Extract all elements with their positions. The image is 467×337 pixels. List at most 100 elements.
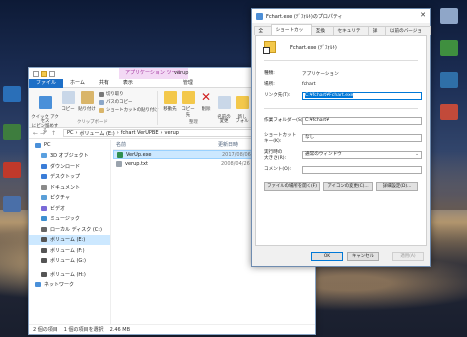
desktop-shortcut-icon[interactable] [437, 104, 461, 122]
desktop-shortcut-icon[interactable] [0, 196, 24, 214]
target-field[interactable]: C:¥fchart¥Fchart.exe [302, 92, 422, 100]
nav-item[interactable]: ボリューム (H:) [29, 269, 110, 280]
nav-item-label: ダウンロード [50, 163, 81, 170]
nav-item-icon [41, 205, 47, 211]
new-folder-button[interactable]: 新し フォル [235, 91, 249, 125]
nav-item[interactable]: ボリューム (F:) [29, 245, 110, 256]
nav-item[interactable]: PC [29, 140, 110, 151]
paste-shortcut-label: ショートカットの貼り付け [106, 108, 159, 113]
organize-group-label: 整理 [189, 120, 198, 125]
run-size-value: 通常のウィンドウ [305, 152, 342, 157]
tab-previous-versions[interactable]: 以前のバージョン [385, 26, 431, 43]
breadcrumb-separator: › [160, 130, 163, 136]
copy-path-button[interactable]: パスのコピー [99, 99, 132, 105]
nav-item-icon [41, 153, 47, 159]
column-name[interactable]: 名前 [113, 141, 218, 148]
tab-view[interactable]: 表示 [116, 79, 140, 88]
cut-label: 切り取り [106, 92, 124, 97]
move-to-button[interactable]: 移動先 [162, 91, 178, 112]
file-icon [116, 160, 122, 167]
tab-security[interactable]: セキュリティ [333, 26, 370, 43]
target-label: リンク先(T): [264, 93, 291, 98]
desktop-shortcut-icon[interactable] [0, 124, 24, 142]
nav-item[interactable]: ビデオ [29, 203, 110, 214]
nav-item[interactable]: ドキュメント [29, 182, 110, 193]
breadcrumb-fchart-verupbe[interactable]: fchart VerUPBE [121, 130, 159, 136]
cut-button[interactable]: 切り取り [99, 91, 124, 97]
rename-label: 名前の 変更 [217, 114, 231, 125]
tab-share[interactable]: 共有 [92, 79, 116, 88]
shortcut-key-field[interactable]: なし [302, 134, 422, 142]
delete-button[interactable]: ✕ 削除 [199, 91, 213, 113]
properties-quick-icon[interactable] [33, 70, 39, 77]
comment-label: コメント(O): [264, 167, 292, 172]
desktop-shortcut-icon[interactable] [437, 40, 461, 58]
tab-details[interactable]: 詳細 [368, 26, 387, 43]
nav-item[interactable]: ネットワーク [29, 280, 110, 291]
nav-item[interactable]: ダウンロード [29, 161, 110, 172]
divider [264, 108, 418, 109]
close-icon[interactable]: ✕ [420, 11, 426, 19]
nav-item-label: ドキュメント [50, 184, 81, 191]
window-title: verup [174, 70, 189, 76]
column-date-modified[interactable]: 更新日時 [218, 141, 238, 148]
status-size: 2.46 MB [109, 326, 131, 333]
desktop-shortcut-icon[interactable] [0, 86, 24, 104]
apply-button[interactable]: 適用(A) [392, 252, 424, 261]
nav-item[interactable]: ミュージック [29, 214, 110, 225]
status-item-count: 2 個の項目 [33, 327, 58, 333]
ribbon-divider [157, 91, 158, 125]
tab-manage[interactable]: 管理 [176, 79, 200, 88]
comment-field[interactable] [302, 166, 422, 174]
desktop-shortcut-icon[interactable] [0, 162, 24, 180]
nav-item-label: PC [44, 142, 51, 149]
tab-home[interactable]: ホーム [63, 79, 92, 88]
copy-label: コピー [61, 107, 75, 112]
paste-icon [80, 91, 94, 104]
tab-compatibility[interactable]: 互換性 [311, 26, 335, 43]
properties-dialog: Fchart.exe (ﾃﾞﾌｫﾙﾄ)のプロパティ ✕ 全般 ショートカット 互… [251, 8, 431, 267]
target-value: C:¥fchart¥Fchart.exe [305, 93, 354, 98]
change-icon-button[interactable]: アイコンの変更(C)... [323, 182, 373, 191]
pin-quick-access-label: クイック アクセス にピン留めする [31, 114, 59, 134]
nav-item[interactable]: ボリューム (G:) [29, 256, 110, 267]
desktop-shortcut-icon[interactable] [437, 8, 461, 26]
quick-access-dropdown-icon[interactable] [49, 70, 55, 77]
tab-file[interactable]: ファイル [29, 78, 64, 88]
ok-button[interactable]: OK [311, 252, 343, 261]
nav-item[interactable]: ピクチャ [29, 193, 110, 204]
cancel-button[interactable]: キャンセル [347, 252, 379, 261]
breadcrumb-volume-e[interactable]: ボリューム (E:) [80, 130, 115, 137]
nav-item[interactable]: ボリューム (E:) [29, 234, 110, 245]
nav-item[interactable]: 3D オブジェクト [29, 151, 110, 162]
tab-general[interactable]: 全般 [254, 26, 273, 43]
working-folder-field[interactable]: C:¥fchart¥ [302, 117, 422, 125]
run-size-label: 実行時の 大きさ(R): [264, 150, 287, 161]
copy-to-label: コピー先 [181, 107, 195, 118]
nav-item[interactable]: デスクトップ [29, 172, 110, 183]
chevron-down-icon: ⌄ [415, 152, 419, 157]
folder-quick-icon[interactable] [41, 70, 47, 77]
nav-item-label: ボリューム (F:) [50, 247, 85, 254]
advanced-button[interactable]: 詳細設定(D)... [376, 182, 418, 191]
paste-button[interactable]: 貼り付け [78, 91, 96, 112]
nav-item-icon [41, 271, 47, 277]
run-size-select[interactable]: 通常のウィンドウ ⌄ [302, 151, 422, 159]
tab-shortcut[interactable]: ショートカット [271, 24, 313, 44]
shortcut-app-icon [263, 41, 276, 54]
pin-quick-access-button[interactable]: クイック アクセス にピン留めする [31, 91, 59, 135]
new-folder-icon [235, 95, 249, 109]
paste-label: 貼り付け [78, 107, 96, 112]
nav-item[interactable]: ローカル ディスク (C:) [29, 224, 110, 235]
desktop-shortcut-icon[interactable] [437, 72, 461, 90]
copy-button[interactable]: コピー [61, 91, 75, 112]
breadcrumb-pc[interactable]: PC [67, 130, 74, 136]
breadcrumb-separator: › [75, 130, 78, 136]
copy-to-button[interactable]: コピー先 [180, 91, 196, 118]
breadcrumb-verup[interactable]: verup [164, 130, 178, 136]
scissors-icon [99, 91, 104, 97]
paste-shortcut-button[interactable]: ショートカットの貼り付け [99, 107, 159, 113]
open-file-location-button[interactable]: ファイルの場所を開く(F) [264, 182, 320, 191]
nav-item-icon [41, 226, 47, 232]
rename-button[interactable]: 名前の 変更 [216, 91, 232, 125]
